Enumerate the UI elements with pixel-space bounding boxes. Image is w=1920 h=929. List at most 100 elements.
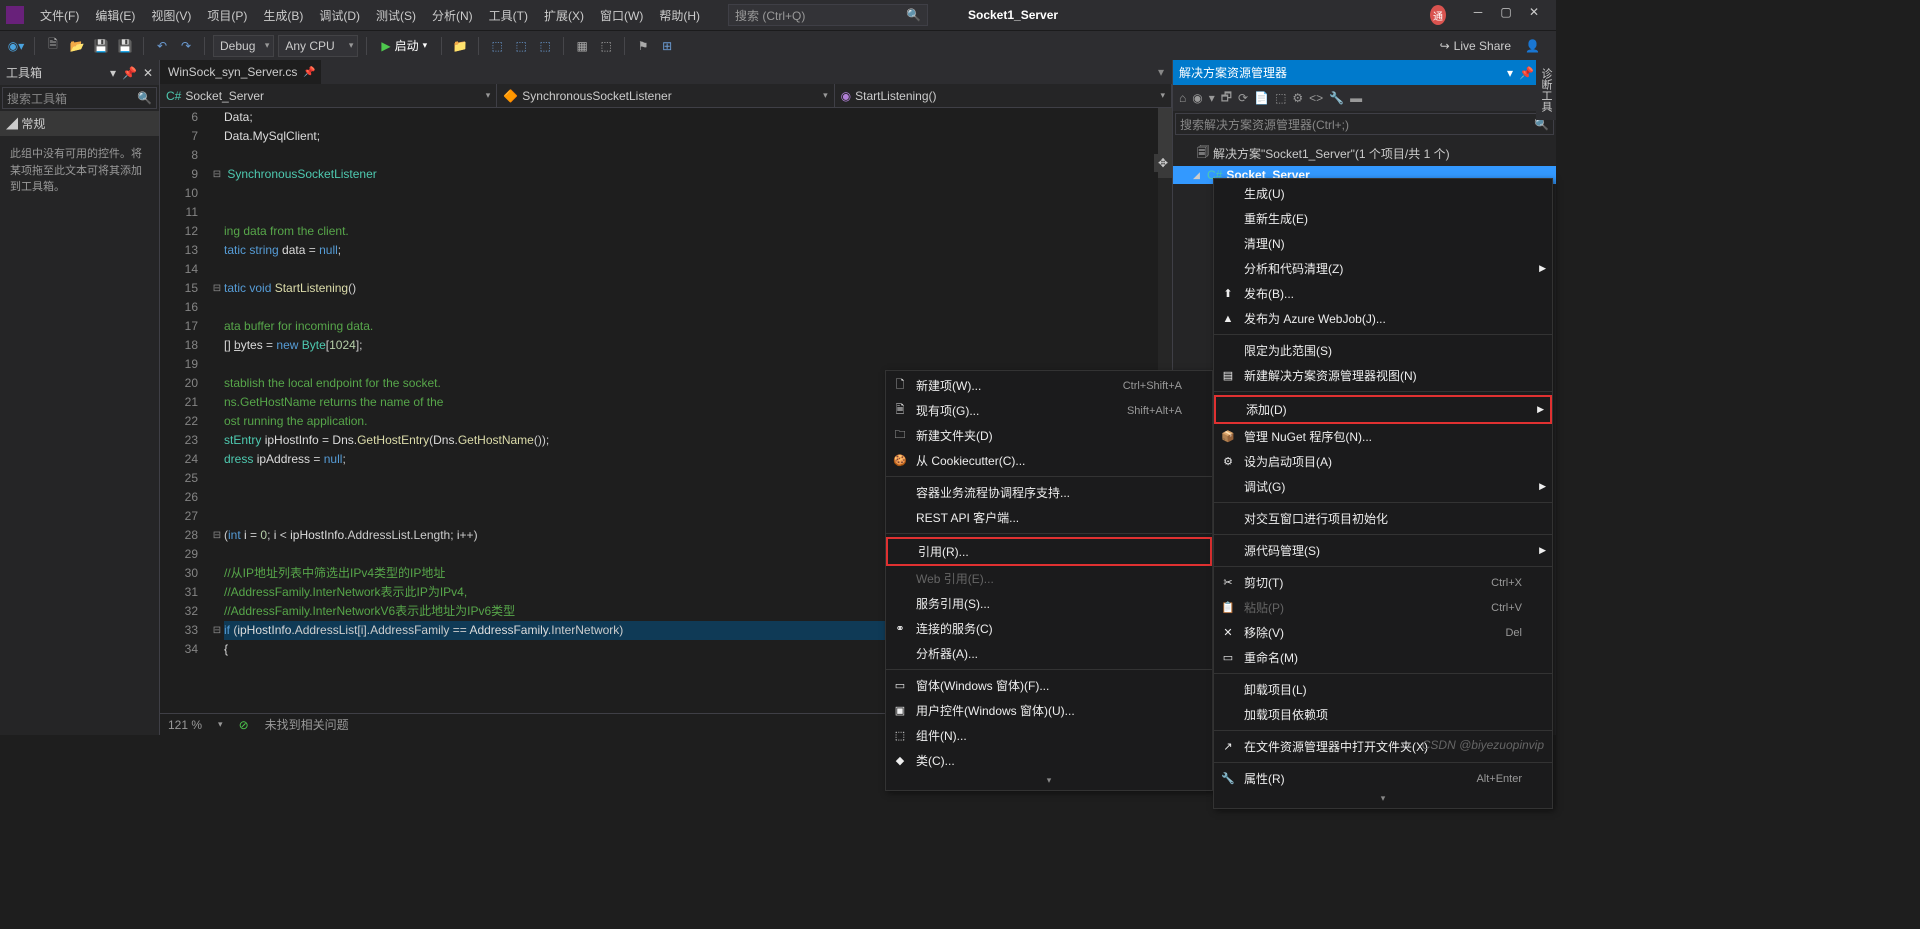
- context-menu-item[interactable]: 生成(U): [1214, 181, 1552, 206]
- code-icon[interactable]: <>: [1309, 91, 1323, 105]
- context-menu-item[interactable]: 限定为此范围(S): [1214, 338, 1552, 363]
- context-menu-item[interactable]: ✂剪切(T)Ctrl+X: [1214, 570, 1552, 595]
- menu-item[interactable]: 分析(N): [424, 7, 481, 24]
- pin-icon[interactable]: 📌: [122, 66, 137, 80]
- tab-overflow-icon[interactable]: ▾: [1158, 65, 1172, 79]
- issues-status[interactable]: 未找到相关问题: [265, 716, 349, 733]
- context-menu-item[interactable]: 🍪从 Cookiecutter(C)...: [886, 448, 1212, 473]
- context-menu-item[interactable]: ▣用户控件(Windows 窗体)(U)...: [886, 698, 1212, 723]
- dropdown-icon[interactable]: ▾: [1507, 66, 1513, 80]
- global-search[interactable]: 搜索 (Ctrl+Q)🔍: [728, 4, 928, 26]
- restore-button[interactable]: ▢: [1498, 5, 1514, 25]
- menu-item[interactable]: 帮助(H): [651, 7, 708, 24]
- context-menu-item[interactable]: ⬆发布(B)...: [1214, 281, 1552, 306]
- minimize-button[interactable]: ─: [1470, 5, 1486, 25]
- step-icon[interactable]: ⬚: [487, 36, 507, 56]
- context-menu-item[interactable]: 清理(N): [1214, 231, 1552, 256]
- context-menu-item[interactable]: 添加(D)▶: [1214, 395, 1552, 424]
- nav-icon[interactable]: ⊞: [657, 36, 677, 56]
- close-icon[interactable]: ✕: [143, 66, 153, 80]
- context-menu-item[interactable]: ▤新建解决方案资源管理器视图(N): [1214, 363, 1552, 388]
- solution-search[interactable]: 搜索解决方案资源管理器(Ctrl+;)🔍: [1175, 113, 1554, 135]
- solution-root[interactable]: 🗐解决方案"Socket1_Server"(1 个项目/共 1 个): [1173, 141, 1556, 166]
- menu-item[interactable]: 视图(V): [143, 7, 199, 24]
- wrench-icon[interactable]: 🔧: [1329, 91, 1344, 105]
- tool-icon[interactable]: 📄: [1254, 91, 1269, 105]
- pin-icon[interactable]: 📌: [1519, 66, 1534, 80]
- toolbox-search[interactable]: 搜索工具箱🔍: [2, 87, 157, 109]
- splitter-icon[interactable]: ✥: [1154, 154, 1172, 172]
- undo-icon[interactable]: ↶: [152, 36, 172, 56]
- step-icon-2[interactable]: ⬚: [511, 36, 531, 56]
- refresh-icon[interactable]: ⟳: [1238, 91, 1248, 105]
- context-menu-item[interactable]: 🗎现有项(G)...Shift+Alt+A: [886, 398, 1212, 423]
- context-menu-item[interactable]: 重新生成(E): [1214, 206, 1552, 231]
- context-menu-item[interactable]: 🗋新建项(W)...Ctrl+Shift+A: [886, 373, 1212, 398]
- redo-icon[interactable]: ↷: [176, 36, 196, 56]
- menu-item[interactable]: 项目(P): [199, 7, 255, 24]
- toolbox-section[interactable]: ◢ 常规: [0, 111, 159, 136]
- misc-icon[interactable]: ▦: [572, 36, 592, 56]
- context-menu-item[interactable]: 服务引用(S)...: [886, 591, 1212, 616]
- context-menu-item[interactable]: ⚭连接的服务(C): [886, 616, 1212, 641]
- context-menu-item[interactable]: 分析和代码清理(Z)▶: [1214, 256, 1552, 281]
- nav-project[interactable]: C#Socket_Server: [160, 84, 497, 107]
- context-menu-item[interactable]: 对交互窗口进行项目初始化: [1214, 506, 1552, 531]
- open-icon[interactable]: 📂: [67, 36, 87, 56]
- zoom-level[interactable]: 121 %: [168, 718, 202, 732]
- menu-item[interactable]: 扩展(X): [536, 7, 592, 24]
- context-menu-item[interactable]: ▲发布为 Azure WebJob(J)...: [1214, 306, 1552, 331]
- sync-icon[interactable]: 🗗: [1221, 88, 1232, 109]
- menu-item[interactable]: 窗口(W): [592, 7, 651, 24]
- menu-item[interactable]: 编辑(E): [87, 7, 143, 24]
- home-icon[interactable]: ⌂: [1179, 91, 1186, 105]
- context-menu-item[interactable]: 🗀新建文件夹(D): [886, 423, 1212, 448]
- properties-icon[interactable]: ⚙: [1292, 91, 1303, 105]
- misc-icon-2[interactable]: ⬚: [596, 36, 616, 56]
- context-menu-item[interactable]: ◆类(C)...: [886, 748, 1212, 773]
- platform-combo[interactable]: Any CPU: [278, 35, 358, 57]
- back-icon[interactable]: ◉: [1192, 91, 1202, 105]
- nav-class[interactable]: 🔶SynchronousSocketListener: [497, 84, 834, 107]
- dropdown-icon[interactable]: ▾: [110, 66, 116, 80]
- close-button[interactable]: ✕: [1526, 5, 1542, 25]
- context-menu-item[interactable]: ⬚组件(N)...: [886, 723, 1212, 748]
- menu-item[interactable]: 测试(S): [368, 7, 424, 24]
- menu-item[interactable]: 生成(B): [255, 7, 311, 24]
- config-combo[interactable]: Debug: [213, 35, 274, 57]
- context-menu-item[interactable]: 容器业务流程协调程序支持...: [886, 480, 1212, 505]
- context-menu-item[interactable]: 调试(G)▶: [1214, 474, 1552, 499]
- menu-item[interactable]: 调试(D): [311, 7, 368, 24]
- context-menu-item[interactable]: ✕移除(V)Del: [1214, 620, 1552, 645]
- tool-icon[interactable]: 📁: [450, 36, 470, 56]
- context-menu-item[interactable]: ▭窗体(Windows 窗体)(F)...: [886, 673, 1212, 698]
- start-button[interactable]: ▶启动▾: [375, 37, 433, 54]
- flag-icon[interactable]: ⚑: [633, 36, 653, 56]
- menu-item[interactable]: 文件(F): [32, 7, 87, 24]
- context-menu-item[interactable]: 分析器(A)...: [886, 641, 1212, 666]
- context-menu-item[interactable]: 卸载项目(L): [1214, 677, 1552, 702]
- new-icon[interactable]: 🗎: [43, 36, 63, 56]
- more-icon[interactable]: ▬: [1350, 91, 1362, 105]
- context-menu-item[interactable]: Web 引用(E)...: [886, 566, 1212, 591]
- pin-icon[interactable]: 📌: [303, 67, 315, 78]
- liveshare-button[interactable]: ↪Live Share👤: [1440, 39, 1550, 53]
- context-menu-item[interactable]: 加载项目依赖项: [1214, 702, 1552, 727]
- account-icon[interactable]: 👤: [1525, 39, 1540, 53]
- menu-item[interactable]: 工具(T): [481, 7, 536, 24]
- step-icon-3[interactable]: ⬚: [535, 36, 555, 56]
- diagnostics-tab[interactable]: 诊断工具: [1536, 60, 1556, 120]
- context-menu-item[interactable]: ⚙设为启动项目(A): [1214, 449, 1552, 474]
- saveall-icon[interactable]: 💾: [115, 36, 135, 56]
- editor-tab[interactable]: WinSock_syn_Server.cs📌: [160, 60, 321, 84]
- showall-icon[interactable]: ⬚: [1275, 91, 1286, 105]
- context-menu-item[interactable]: 源代码管理(S)▶: [1214, 538, 1552, 563]
- context-menu-item[interactable]: 🔧属性(R)Alt+Enter: [1214, 766, 1552, 791]
- context-menu-item[interactable]: ▭重命名(M): [1214, 645, 1552, 670]
- context-menu-item[interactable]: 引用(R)...: [886, 537, 1212, 566]
- user-avatar[interactable]: 通: [1430, 5, 1446, 25]
- save-icon[interactable]: 💾: [91, 36, 111, 56]
- back-icon[interactable]: ◉▾: [6, 36, 26, 56]
- context-menu-item[interactable]: REST API 客户端...: [886, 505, 1212, 530]
- nav-method[interactable]: ◉StartListening(): [835, 84, 1172, 107]
